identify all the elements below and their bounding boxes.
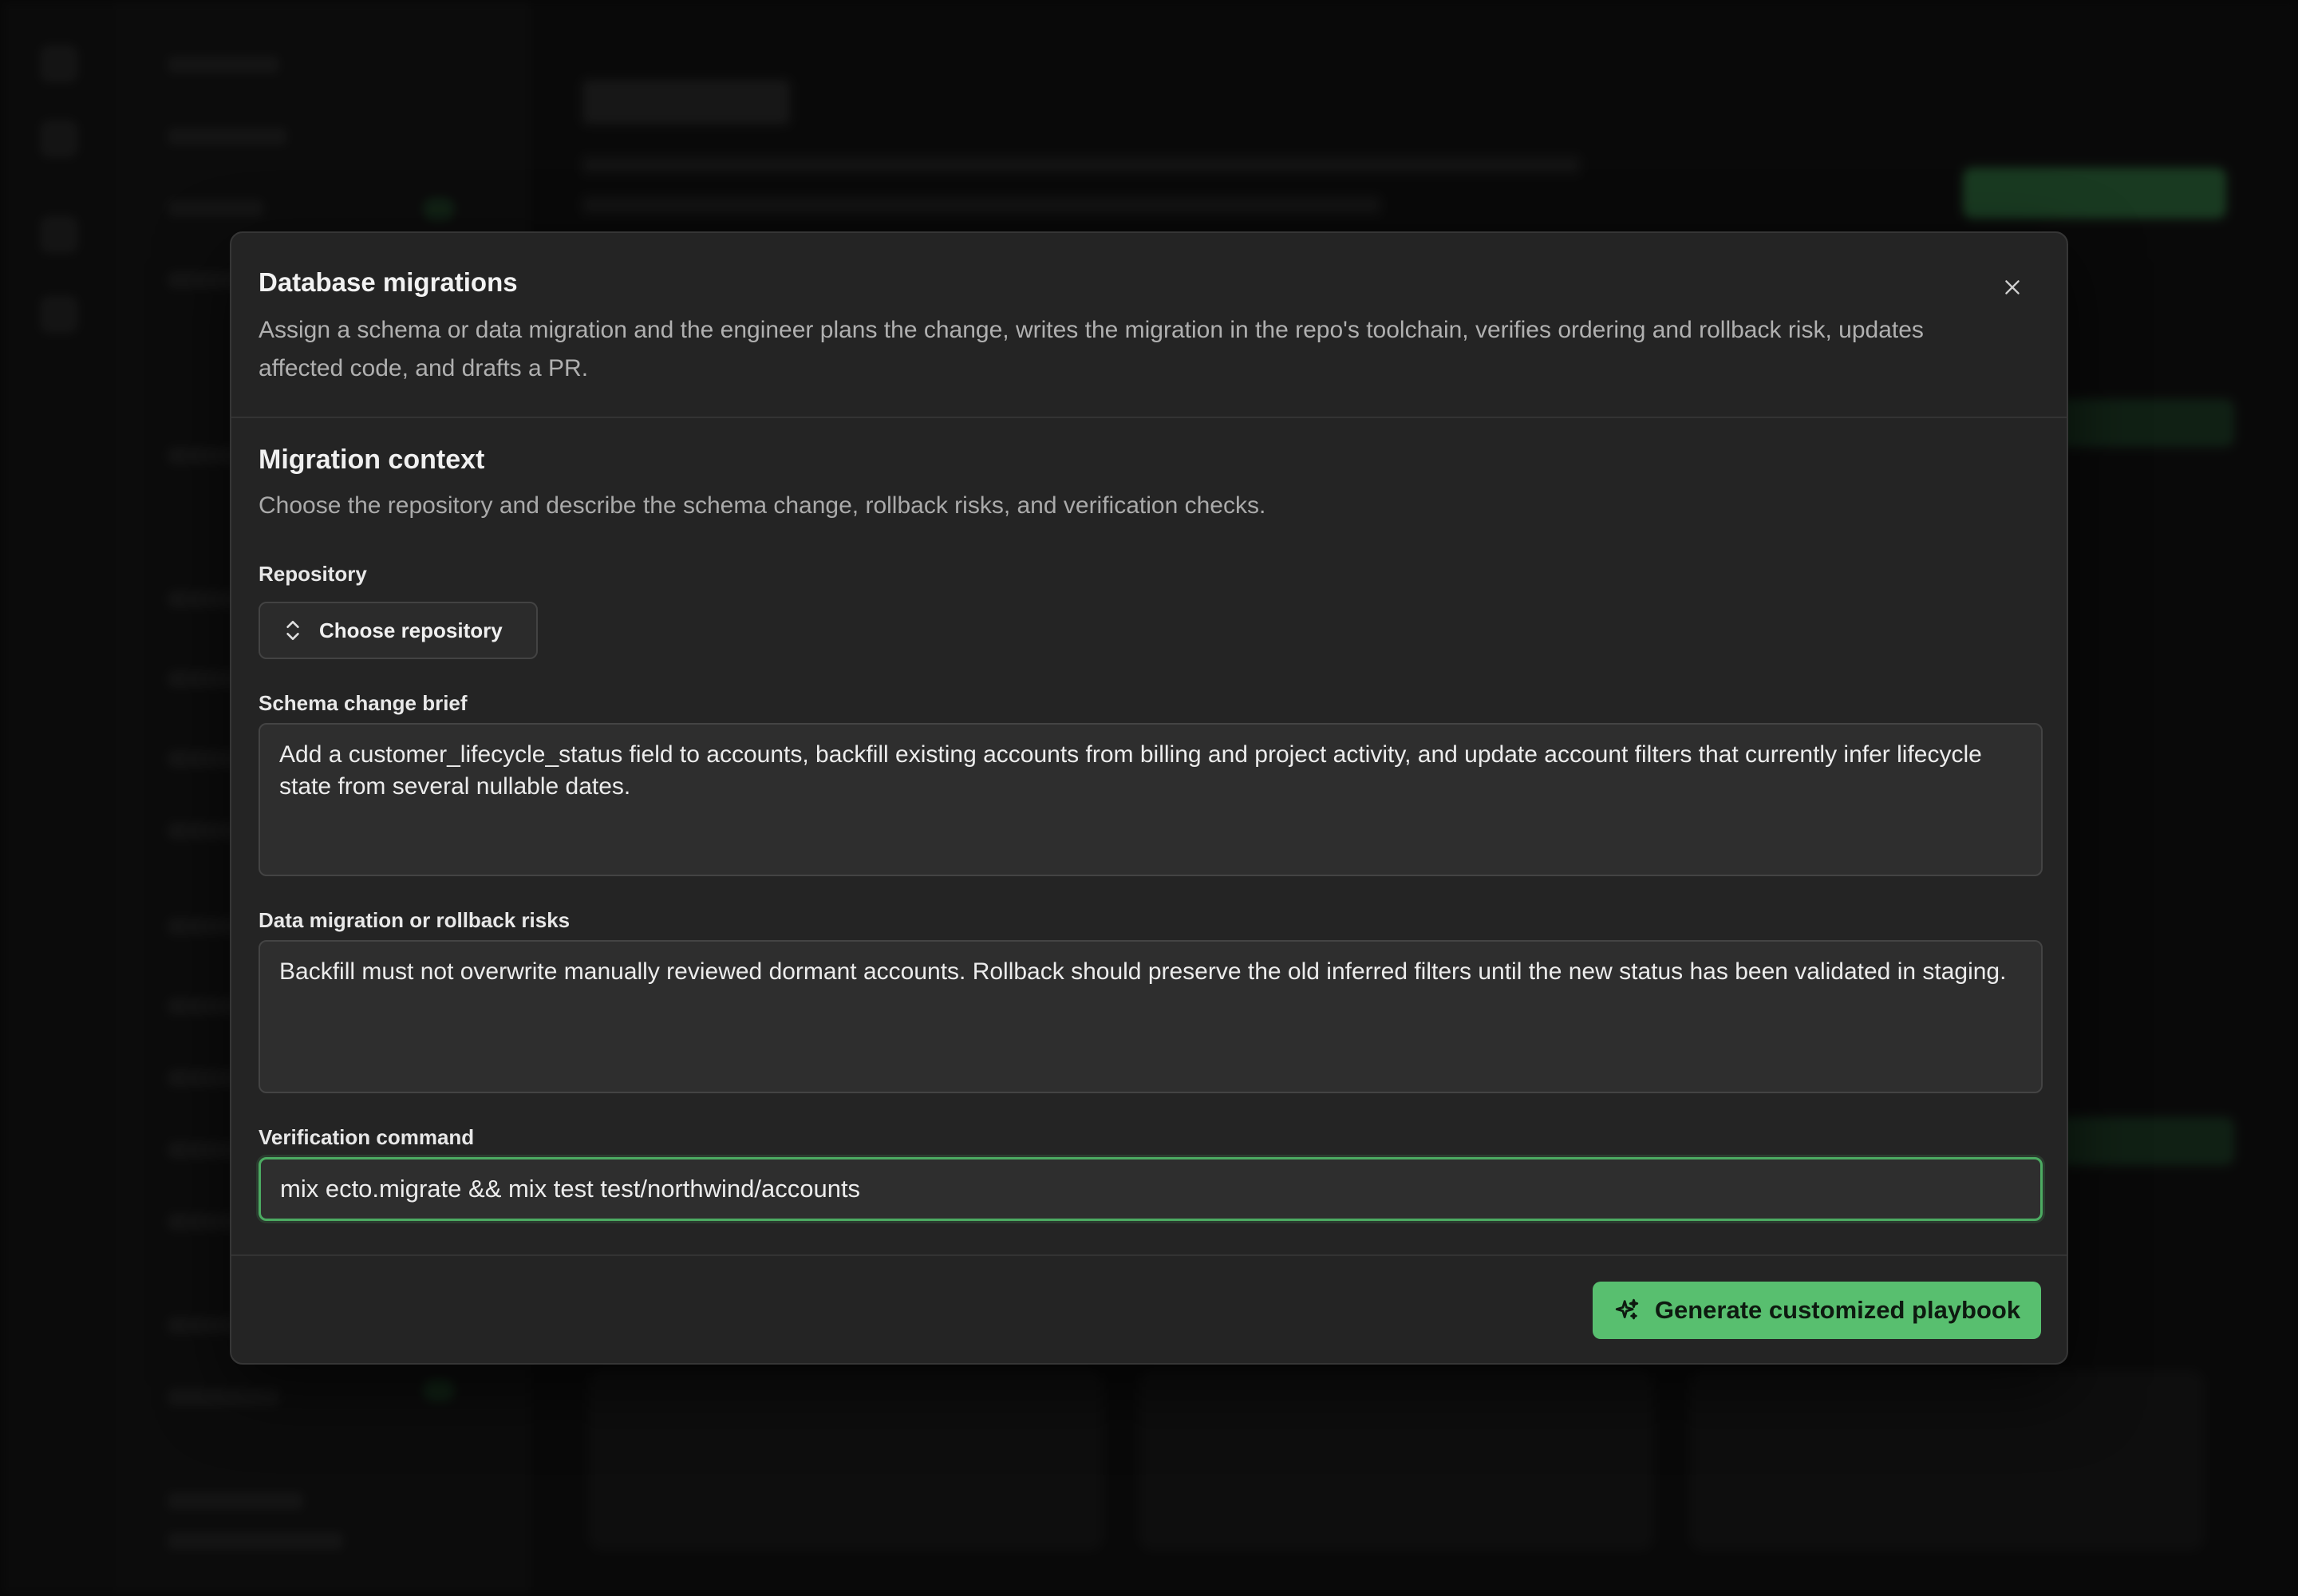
choose-repository-label: Choose repository xyxy=(319,618,503,642)
dialog-body: Migration context Choose the repository … xyxy=(231,418,2067,1246)
section-title: Migration context xyxy=(259,444,485,475)
schema-brief-textarea[interactable]: Add a customer_lifecycle_status field to… xyxy=(259,723,2043,876)
sparkles-icon xyxy=(1615,1298,1639,1320)
verification-command-label: Verification command xyxy=(259,1125,475,1149)
verification-command-input[interactable] xyxy=(259,1157,2043,1221)
generate-playbook-label: Generate customized playbook xyxy=(1654,1296,2021,1324)
choose-repository-button[interactable]: Choose repository xyxy=(259,602,538,659)
repository-label: Repository xyxy=(259,562,367,586)
close-icon xyxy=(2005,280,2020,294)
chevron-up-down-icon xyxy=(286,621,299,640)
close-button[interactable] xyxy=(1990,265,2035,310)
dialog-header: Database migrations Assign a schema or d… xyxy=(231,233,2067,418)
dialog-description: Assign a schema or data migration and th… xyxy=(259,317,1924,381)
rollback-risks-label: Data migration or rollback risks xyxy=(259,908,571,932)
rollback-risks-textarea[interactable]: Backfill must not overwrite manually rev… xyxy=(259,940,2043,1093)
dialog-footer: Generate customized playbook xyxy=(231,1254,2067,1363)
section-description: Choose the repository and describe the s… xyxy=(259,492,1266,519)
schema-brief-label: Schema change brief xyxy=(259,691,468,715)
generate-playbook-button[interactable]: Generate customized playbook xyxy=(1593,1282,2041,1339)
database-migrations-dialog: Database migrations Assign a schema or d… xyxy=(230,231,2068,1365)
dialog-title: Database migrations xyxy=(259,267,518,297)
